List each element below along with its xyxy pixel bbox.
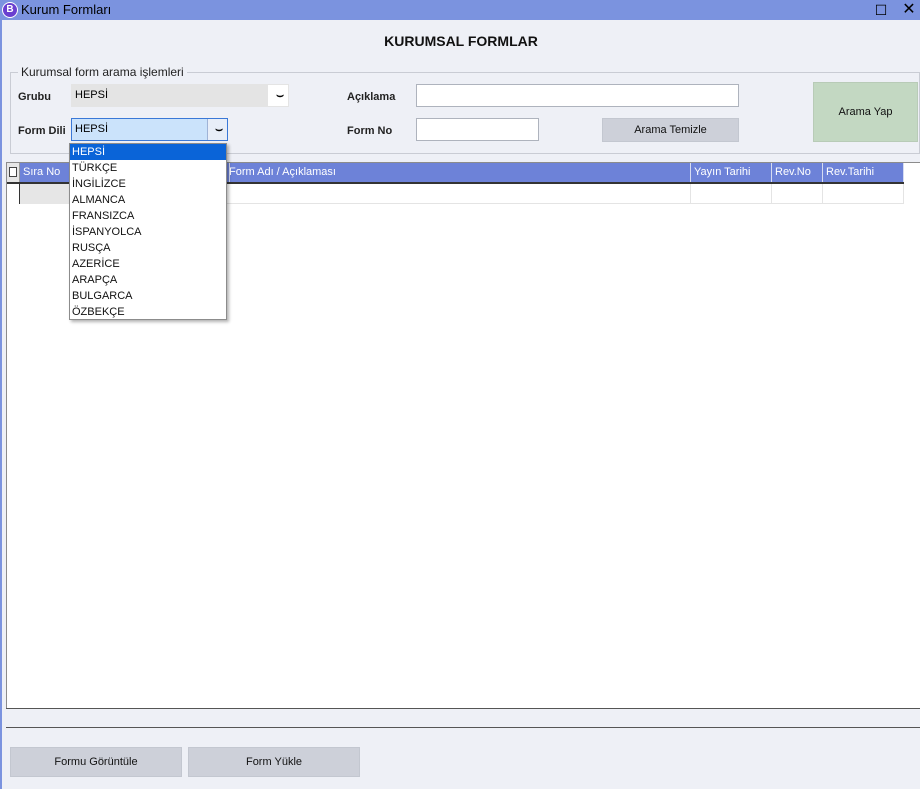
grubu-select-value: HEPSİ bbox=[75, 89, 109, 101]
dropdown-option[interactable]: İSPANYOLCA bbox=[70, 224, 226, 240]
dropdown-option[interactable]: ÖZBEKÇE bbox=[70, 304, 226, 320]
col-header-rev-no[interactable]: Rev.No bbox=[772, 163, 823, 182]
grubu-label: Grubu bbox=[18, 91, 51, 103]
dropdown-option[interactable]: RUSÇA bbox=[70, 240, 226, 256]
maximize-button[interactable]: ☐ bbox=[868, 0, 894, 20]
dropdown-option[interactable]: HEPSİ bbox=[70, 144, 226, 160]
close-button[interactable]: ✕ bbox=[896, 0, 920, 20]
dropdown-option[interactable]: TÜRKÇE bbox=[70, 160, 226, 176]
form-dili-select-value: HEPSİ bbox=[75, 123, 109, 135]
view-form-button[interactable]: Formu Görüntüle bbox=[10, 747, 182, 777]
form-dili-select[interactable]: HEPSİ ⌣ bbox=[71, 118, 228, 141]
clear-search-button[interactable]: Arama Temizle bbox=[602, 118, 739, 142]
form-no-input[interactable] bbox=[416, 118, 539, 141]
horizontal-scrollbar[interactable] bbox=[6, 708, 920, 728]
aciklama-label: Açıklama bbox=[347, 91, 396, 103]
dropdown-option[interactable]: ARAPÇA bbox=[70, 272, 226, 288]
chevron-down-icon[interactable]: ⌣ bbox=[276, 88, 284, 103]
col-header-yayin-tarihi[interactable]: Yayın Tarihi bbox=[691, 163, 772, 182]
table-cell[interactable] bbox=[226, 184, 691, 204]
upload-form-button[interactable]: Form Yükle bbox=[188, 747, 360, 777]
row-indicator[interactable] bbox=[7, 184, 20, 204]
main-window: KURUMSAL FORMLAR Kurumsal form arama işl… bbox=[0, 20, 920, 789]
grid-corner-cell[interactable] bbox=[7, 163, 20, 182]
search-button[interactable]: Arama Yap bbox=[813, 82, 918, 142]
col-header-rev-tarihi[interactable]: Rev.Tarihi bbox=[823, 163, 904, 182]
aciklama-input[interactable] bbox=[416, 84, 739, 107]
search-group-legend: Kurumsal form arama işlemleri bbox=[18, 65, 187, 79]
form-no-label: Form No bbox=[347, 125, 393, 137]
dropdown-option[interactable]: FRANSIZCA bbox=[70, 208, 226, 224]
dropdown-option[interactable]: ALMANCA bbox=[70, 192, 226, 208]
dropdown-option[interactable]: BULGARCA bbox=[70, 288, 226, 304]
page-title: KURUMSAL FORMLAR bbox=[384, 33, 538, 49]
window-title: Kurum Formları bbox=[21, 2, 112, 17]
dropdown-option[interactable]: İNGİLİZCE bbox=[70, 176, 226, 192]
form-dili-label: Form Dili bbox=[18, 125, 66, 137]
grubu-select[interactable]: HEPSİ ⌣ bbox=[71, 84, 289, 107]
app-logo-icon: B bbox=[2, 2, 18, 18]
title-bar: B Kurum Formları ☐ ✕ bbox=[0, 0, 920, 20]
chevron-down-icon[interactable]: ⌣ bbox=[215, 122, 223, 137]
select-all-icon bbox=[9, 167, 17, 177]
form-dili-dropdown[interactable]: HEPSİ TÜRKÇE İNGİLİZCE ALMANCA FRANSIZCA… bbox=[69, 143, 227, 320]
col-header-form-adi[interactable]: Form Adı / Açıklaması bbox=[226, 163, 691, 182]
table-cell[interactable] bbox=[772, 184, 823, 204]
table-cell[interactable] bbox=[691, 184, 772, 204]
dropdown-option[interactable]: AZERİCE bbox=[70, 256, 226, 272]
table-cell[interactable] bbox=[823, 184, 904, 204]
